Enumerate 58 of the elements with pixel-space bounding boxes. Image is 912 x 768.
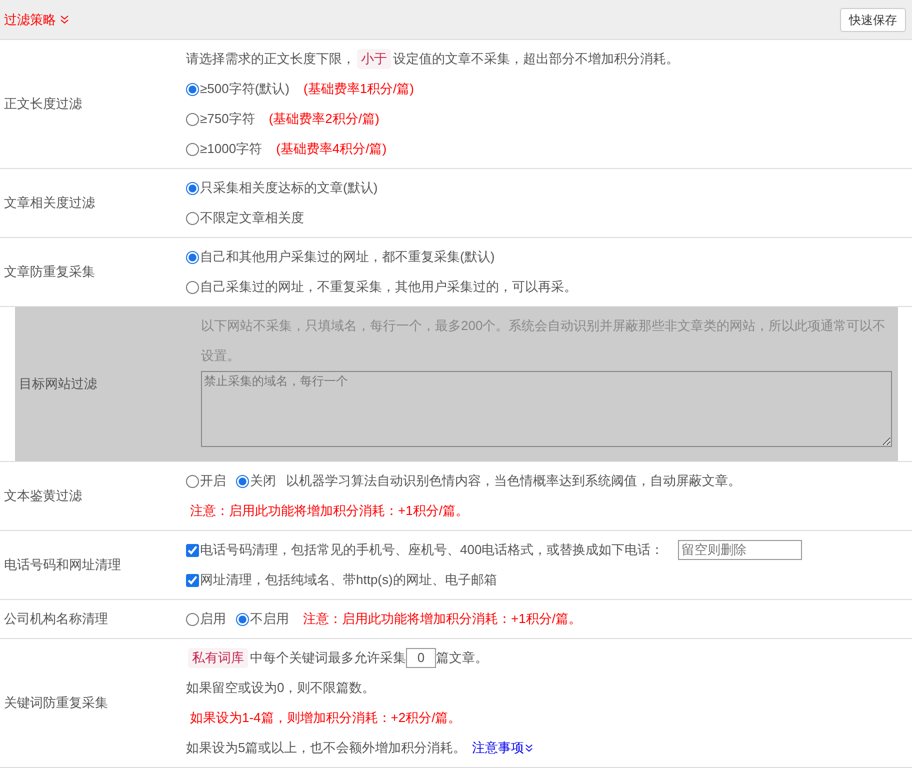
notes-link[interactable]: 注意事项	[472, 735, 534, 761]
field-label: 关键词防重复采集	[4, 694, 108, 712]
note-text: (基础费率2积分/篇)	[268, 110, 380, 128]
checkbox[interactable]	[186, 574, 199, 586]
hint-text: 中每个关键词最多允许采集	[250, 649, 406, 667]
option-label[interactable]: 自己和其他用户采集过的网址，都不重复采集(默认)	[200, 244, 495, 270]
domain-textarea[interactable]: 禁止采集的域名，每行一个	[201, 371, 892, 447]
option-label[interactable]: 网址清理，包括纯域名、带http(s)的网址、电子邮箱	[200, 567, 497, 593]
option-label[interactable]: 电话号码清理，包括常见的手机号、座机号、400电话格式，或替换成如下电话：	[200, 537, 664, 563]
radio-button[interactable]	[186, 212, 199, 224]
hint-text: 以下网站不采集，只填域名，每行一个，最多200个。系统会自动识别并屏蔽那些非文章类的网站，所以此项通常可以不设置。	[201, 317, 887, 365]
option-label[interactable]: ≥500字符(默认)	[200, 76, 290, 102]
option-label[interactable]: 关闭	[250, 468, 276, 494]
chevron-down-icon	[525, 744, 534, 752]
note-text: 如果设为1-4篇，则增加积分消耗：+2积分/篇。	[190, 709, 462, 727]
radio-button[interactable]	[186, 280, 199, 294]
field-label: 文本鉴黄过滤	[4, 487, 82, 506]
hint-text: 如果留空或设为0，则不限篇数。	[186, 679, 376, 697]
note-text: (基础费率1积分/篇)	[303, 80, 414, 98]
option-label[interactable]: 开启	[200, 468, 226, 494]
radio-button[interactable]	[236, 612, 249, 626]
radio-button[interactable]	[186, 250, 199, 264]
radio-button[interactable]	[236, 474, 249, 488]
save-button[interactable]: 快速保存	[840, 8, 906, 32]
radio-button[interactable]	[186, 612, 199, 626]
hint-text: 以机器学习算法自动识别色情内容，当色情概率达到系统阈值，自动屏蔽文章。	[286, 472, 741, 490]
note-text: (基础费率4积分/篇)	[276, 140, 387, 158]
radio-button[interactable]	[186, 112, 199, 126]
count-input[interactable]: 0	[406, 648, 436, 668]
option-label[interactable]: ≥750字符	[200, 106, 255, 132]
note-text: 注意：启用此功能将增加积分消耗：+1积分/篇。	[303, 610, 582, 628]
option-label[interactable]: 启用	[200, 606, 226, 632]
note-text: 注意：启用此功能将增加积分消耗：+1积分/篇。	[190, 502, 468, 520]
field-label: 目标网站过滤	[19, 375, 97, 394]
code-tag: 私有词库	[188, 648, 248, 668]
field-label: 文章防重复采集	[4, 263, 95, 282]
radio-button[interactable]	[186, 474, 199, 488]
hint-text: 如果设为5篇或以上，也不会额外增加积分消耗。	[186, 739, 466, 757]
chevron-down-icon[interactable]	[60, 15, 69, 24]
checkbox[interactable]	[186, 544, 199, 556]
code-tag: 小于	[357, 49, 391, 69]
field-label: 电话号码和网址清理	[4, 556, 121, 574]
radio-button[interactable]	[186, 182, 199, 194]
option-label[interactable]: 不限定文章相关度	[200, 205, 304, 231]
hint-text: 篇文章。	[436, 649, 488, 667]
field-label: 公司机构名称清理	[4, 610, 108, 628]
option-label[interactable]: 自己采集过的网址，不重复采集，其他用户采集过的，可以再采。	[200, 274, 577, 300]
section-title: 过滤策略	[4, 10, 56, 29]
phone-input[interactable]: 留空则删除	[678, 540, 802, 560]
radio-button[interactable]	[186, 82, 199, 96]
hint-text: 设定值的文章不采集，超出部分不增加积分消耗。	[393, 50, 679, 68]
option-label[interactable]: 只采集相关度达标的文章(默认)	[200, 175, 378, 201]
field-label: 正文长度过滤	[4, 95, 82, 114]
option-label[interactable]: 不启用	[250, 606, 289, 632]
field-label: 文章相关度过滤	[4, 194, 95, 212]
option-label[interactable]: ≥1000字符	[200, 136, 262, 162]
hint-text: 请选择需求的正文长度下限，	[186, 50, 355, 68]
radio-button[interactable]	[186, 142, 199, 156]
